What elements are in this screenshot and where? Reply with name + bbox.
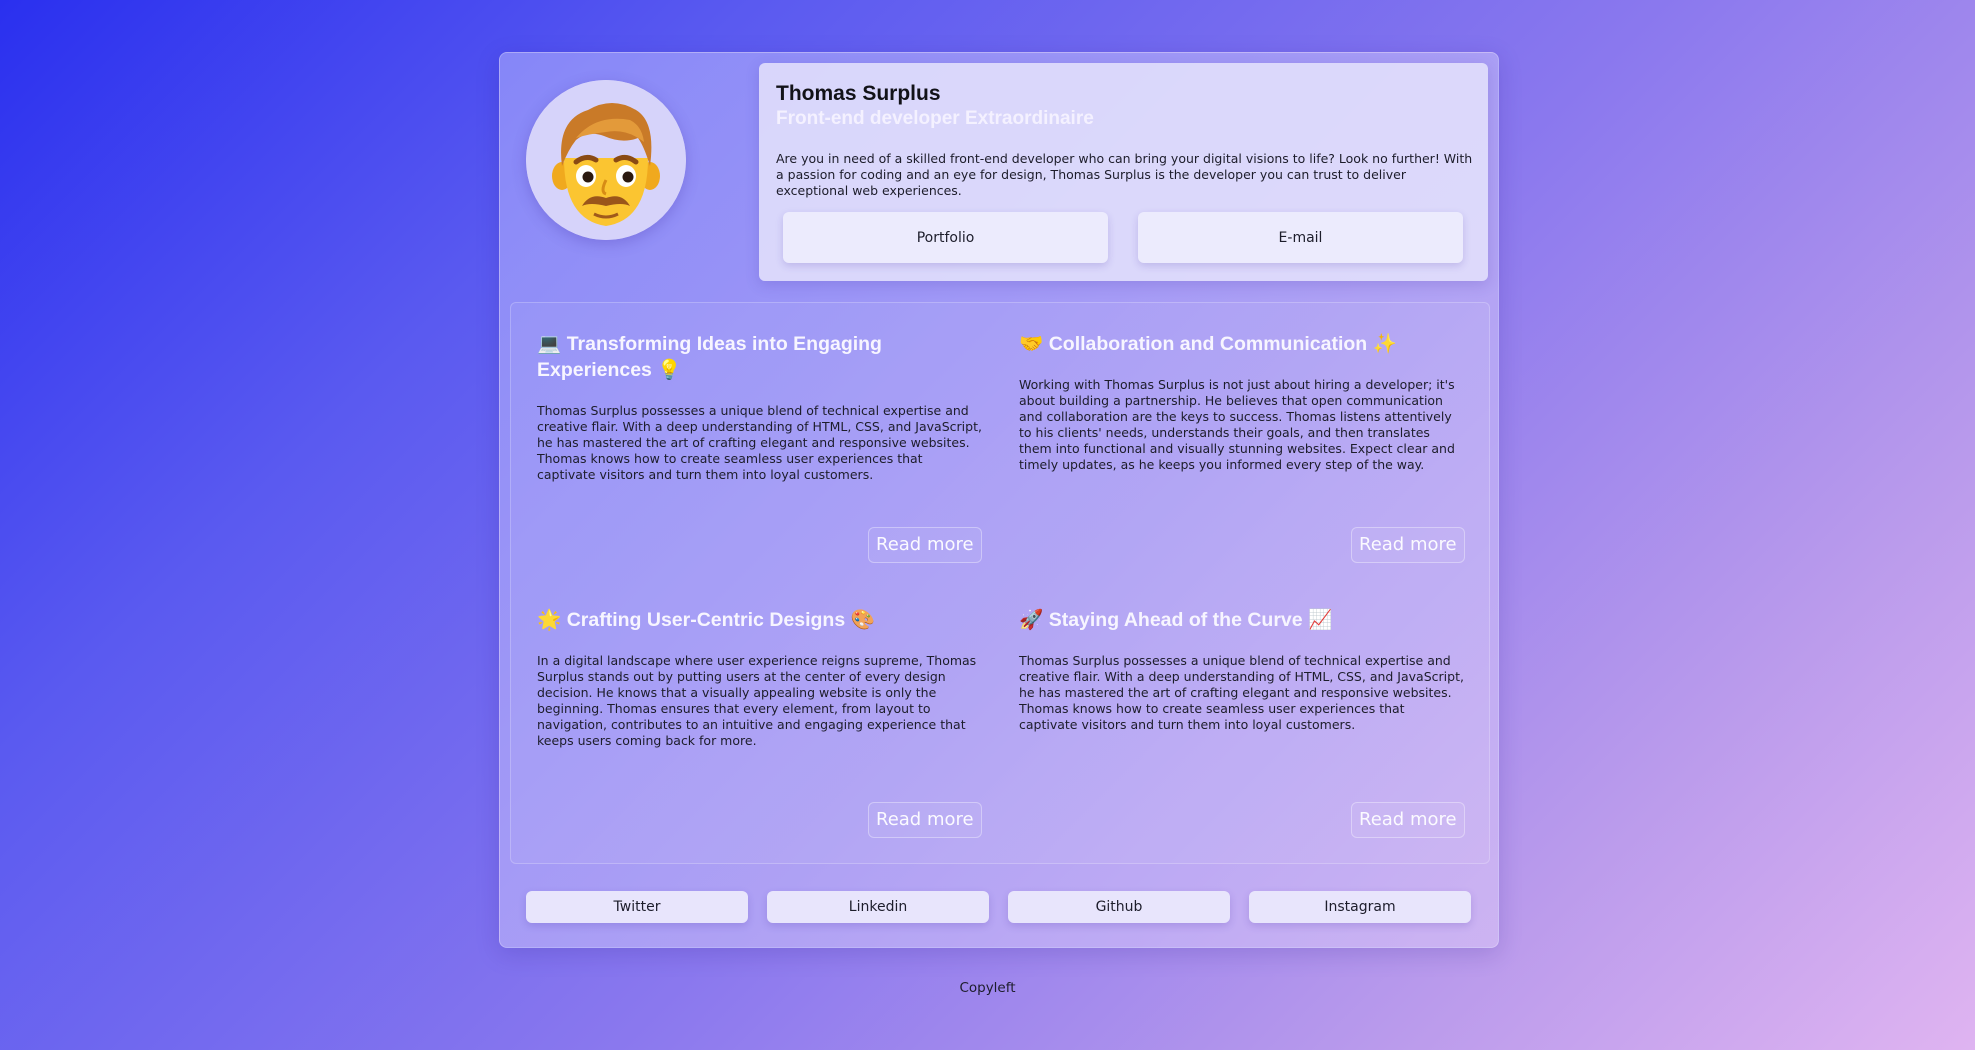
read-more-button[interactable]: Read more <box>1351 527 1465 563</box>
read-more-button[interactable]: Read more <box>868 527 982 563</box>
email-button[interactable]: E-mail <box>1138 212 1463 263</box>
profile-description: Are you in need of a skilled front-end d… <box>776 151 1473 198</box>
read-more-button[interactable]: Read more <box>1351 802 1465 838</box>
article-user-centric: 🌟 Crafting User-Centric Designs 🎨 In a d… <box>537 607 984 749</box>
article-title: 💻 Transforming Ideas into Engaging Exper… <box>537 333 882 381</box>
profile-role: Front-end developer Extraordinaire <box>776 108 1094 129</box>
instagram-button[interactable]: Instagram <box>1249 891 1471 923</box>
article-body: In a digital landscape where user experi… <box>537 653 977 748</box>
article-body: Thomas Surplus possesses a unique blend … <box>537 403 982 482</box>
man-with-mustache-emoji-icon <box>526 80 686 240</box>
article-ahead-of-curve: 🚀 Staying Ahead of the Curve 📈 Thomas Su… <box>1019 607 1466 733</box>
article-title: 🌟 Crafting User-Centric Designs 🎨 <box>537 609 875 631</box>
profile-card: Thomas Surplus Front-end developer Extra… <box>499 52 1499 948</box>
linkedin-button[interactable]: Linkedin <box>767 891 989 923</box>
article-body: Thomas Surplus possesses a unique blend … <box>1019 653 1464 732</box>
portfolio-button[interactable]: Portfolio <box>783 212 1108 263</box>
articles-section: 💻 Transforming Ideas into Engaging Exper… <box>510 302 1490 864</box>
profile-name: Thomas Surplus <box>776 82 941 105</box>
article-title: 🚀 Staying Ahead of the Curve 📈 <box>1019 609 1333 631</box>
article-title: 🤝 Collaboration and Communication ✨ <box>1019 333 1397 355</box>
read-more-button[interactable]: Read more <box>868 802 982 838</box>
twitter-button[interactable]: Twitter <box>526 891 748 923</box>
article-body: Working with Thomas Surplus is not just … <box>1019 377 1455 472</box>
footer-copyleft: Copyleft <box>959 980 1016 996</box>
avatar <box>526 80 686 240</box>
github-button[interactable]: Github <box>1008 891 1230 923</box>
article-transforming-ideas: 💻 Transforming Ideas into Engaging Exper… <box>537 331 984 483</box>
intro-panel: Thomas Surplus Front-end developer Extra… <box>759 63 1488 281</box>
article-collaboration: 🤝 Collaboration and Communication ✨ Work… <box>1019 331 1466 473</box>
